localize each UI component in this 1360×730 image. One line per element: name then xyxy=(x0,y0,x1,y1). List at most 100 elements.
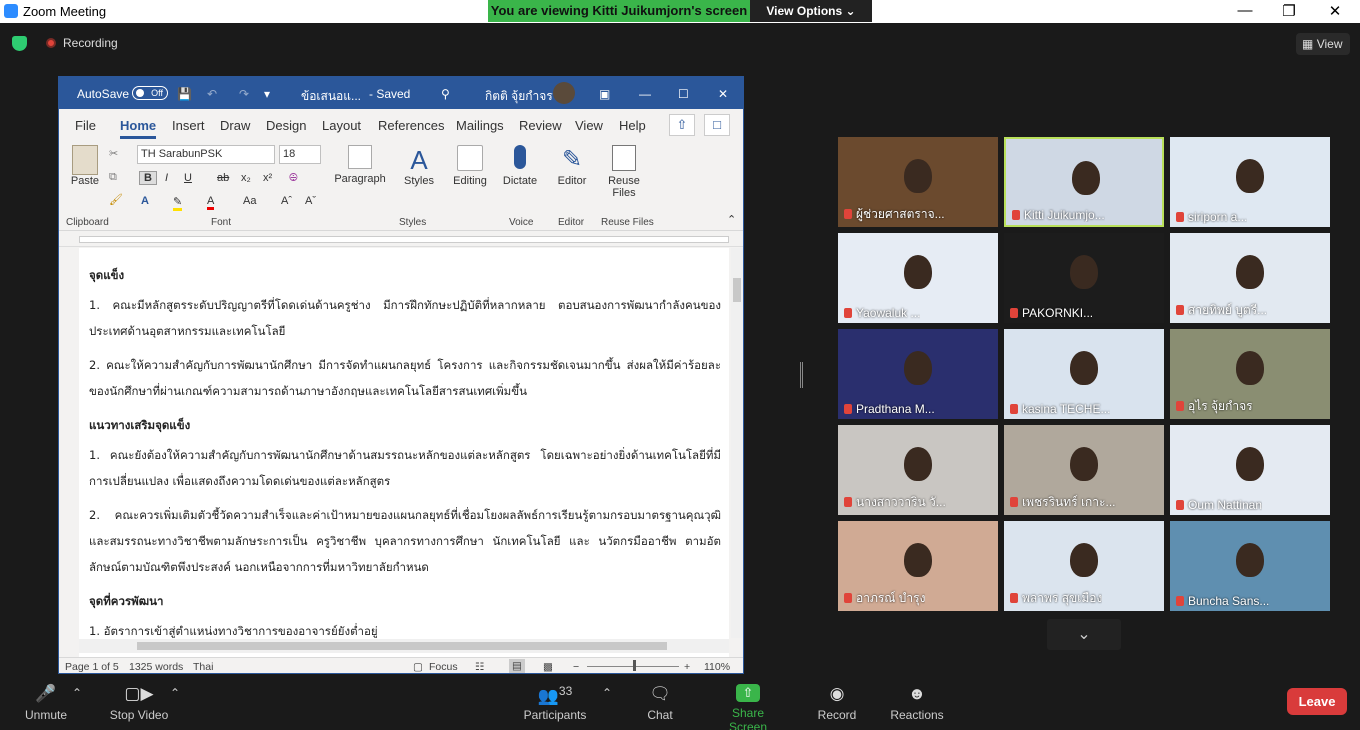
participant-tile[interactable]: สายทิพย์ บูตรี... xyxy=(1170,233,1330,323)
font-size-select[interactable]: 18 xyxy=(279,145,321,164)
vertical-scrollbar[interactable] xyxy=(731,248,743,638)
close-icon[interactable]: ✕ xyxy=(1320,2,1350,20)
document-body[interactable]: จุดแข็ง 1. คณะมีหลักสูตรระดับปริญญาตรีที… xyxy=(89,262,721,652)
document-page[interactable]: จุดแข็ง 1. คณะมีหลักสูตรระดับปริญญาตรีที… xyxy=(79,248,729,658)
zoom-in-icon[interactable]: + xyxy=(684,661,690,673)
tab-layout[interactable]: Layout xyxy=(322,118,361,133)
close-icon[interactable]: ✕ xyxy=(718,87,728,101)
chevron-down-icon[interactable]: ⌄ xyxy=(1047,619,1121,650)
participant-tile[interactable]: พลาพร สุขเมือง xyxy=(1004,521,1164,611)
clear-formatting-icon[interactable]: ⨸ xyxy=(289,172,298,185)
styles-button[interactable]: A Styles xyxy=(395,145,443,187)
search-icon[interactable]: ⚲ xyxy=(441,87,450,101)
superscript-button[interactable]: x² xyxy=(263,172,272,184)
autosave-toggle[interactable]: Off xyxy=(132,86,168,100)
shield-icon[interactable] xyxy=(12,36,27,51)
participant-tile[interactable]: ผู้ช่วยศาสตราจ... xyxy=(838,137,998,227)
panel-divider[interactable] xyxy=(800,362,803,388)
customize-icon[interactable]: ▾ xyxy=(264,87,270,101)
underline-button[interactable]: U xyxy=(184,172,192,184)
audio-options-icon[interactable]: ⌃ xyxy=(72,686,82,700)
change-case-icon[interactable]: Aa xyxy=(243,195,256,207)
tab-references[interactable]: References xyxy=(378,118,444,133)
paste-button[interactable]: Paste xyxy=(69,145,101,187)
tab-home[interactable]: Home xyxy=(120,118,157,139)
subscript-button[interactable]: x₂ xyxy=(241,172,251,184)
font-color-icon[interactable]: A xyxy=(207,195,215,210)
undo-icon[interactable]: ↶ xyxy=(207,87,217,101)
file-name[interactable]: ข้อเสนอแ... xyxy=(301,87,361,106)
minimize-icon[interactable]: — xyxy=(1230,2,1260,19)
participant-tile[interactable]: Buncha Sans... xyxy=(1170,521,1330,611)
leave-button[interactable]: Leave xyxy=(1287,688,1347,715)
save-icon[interactable]: 💾 xyxy=(177,87,192,101)
avatar[interactable] xyxy=(553,82,575,104)
view-options-button[interactable]: View Options ⌄ xyxy=(750,0,872,22)
reactions-button[interactable]: ☻ Reactions xyxy=(889,684,945,722)
tab-mailings[interactable]: Mailings xyxy=(456,118,504,133)
bold-button[interactable]: B xyxy=(139,171,157,185)
highlight-icon[interactable]: ✎ xyxy=(173,195,183,211)
participant-tile[interactable]: siriporn a... xyxy=(1170,137,1330,227)
share-screen-button[interactable]: ⇧ Share Screen xyxy=(712,684,784,730)
italic-button[interactable]: I xyxy=(165,172,168,184)
tab-help[interactable]: Help xyxy=(619,118,646,133)
maximize-icon[interactable]: ☐ xyxy=(678,87,689,101)
participant-tile[interactable]: เพชรรินทร์ เกาะ... xyxy=(1004,425,1164,515)
tab-design[interactable]: Design xyxy=(266,118,306,133)
zoom-level[interactable]: 110% xyxy=(704,661,730,673)
editor-button[interactable]: ✎ Editor xyxy=(551,145,593,187)
chat-button[interactable]: 🗨 Chat xyxy=(644,684,676,722)
print-layout-icon[interactable]: ▤ xyxy=(509,659,525,673)
dictate-button[interactable]: Dictate xyxy=(499,145,541,187)
ribbon-display-icon[interactable]: ▣ xyxy=(599,87,610,101)
text-effects-icon[interactable]: A xyxy=(141,195,149,207)
participants-options-icon[interactable]: ⌃ xyxy=(602,686,612,700)
participant-tile[interactable]: อุไร จุ้ยกำจร xyxy=(1170,329,1330,419)
focus-button[interactable]: Focus xyxy=(429,661,458,673)
participant-tile[interactable]: นางสาววาริน วั... xyxy=(838,425,998,515)
paragraph-button[interactable]: Paragraph xyxy=(331,145,389,185)
cut-icon[interactable]: ✂ xyxy=(109,147,118,160)
share-icon[interactable]: ⇧ xyxy=(669,114,695,136)
unmute-button[interactable]: 🎤 Unmute xyxy=(24,684,68,722)
horizontal-scrollbar[interactable] xyxy=(79,639,729,653)
tab-draw[interactable]: Draw xyxy=(220,118,250,133)
zoom-slider-thumb[interactable] xyxy=(633,660,636,671)
stop-video-button[interactable]: ▢▶ Stop Video xyxy=(108,684,170,722)
tab-file[interactable]: File xyxy=(75,118,96,133)
format-painter-icon[interactable]: 🖌 xyxy=(109,193,123,206)
strikethrough-button[interactable]: ab xyxy=(217,172,229,184)
tab-review[interactable]: Review xyxy=(519,118,562,133)
grow-font-icon[interactable]: Aˆ xyxy=(281,195,292,207)
collapse-ribbon-icon[interactable]: ⌃ xyxy=(727,213,736,226)
language[interactable]: Thai xyxy=(193,661,213,673)
user-name[interactable]: กิตติ จุ้ยกำจร xyxy=(485,87,553,106)
font-name-select[interactable]: TH SarabunPSK xyxy=(137,145,275,164)
ruler[interactable] xyxy=(59,231,743,247)
redo-icon[interactable]: ↷ xyxy=(239,87,249,101)
participants-button[interactable]: 👥33 Participants xyxy=(523,684,587,722)
zoom-out-icon[interactable]: − xyxy=(573,661,579,673)
participant-tile[interactable]: Oum Nattinan xyxy=(1170,425,1330,515)
participant-tile[interactable]: Kitti Juikumjo... xyxy=(1004,137,1164,227)
restore-icon[interactable]: ❐ xyxy=(1274,2,1304,20)
editing-button[interactable]: Editing xyxy=(447,145,493,187)
comments-icon[interactable]: □ xyxy=(704,114,730,136)
focus-icon[interactable]: ▢ xyxy=(413,661,423,673)
participant-tile[interactable]: PAKORNKI... xyxy=(1004,233,1164,323)
copy-icon[interactable]: ⧉ xyxy=(109,171,117,184)
page-count[interactable]: Page 1 of 5 xyxy=(65,661,119,673)
video-options-icon[interactable]: ⌃ xyxy=(170,686,180,700)
participant-tile[interactable]: อาภรณ์ บำรุง xyxy=(838,521,998,611)
tab-insert[interactable]: Insert xyxy=(172,118,205,133)
participant-tile[interactable]: Yaowaluk ... xyxy=(838,233,998,323)
word-count[interactable]: 1325 words xyxy=(129,661,183,673)
tab-view[interactable]: View xyxy=(575,118,603,133)
record-button[interactable]: ◉ Record xyxy=(817,684,857,722)
reuse-files-button[interactable]: Reuse Files xyxy=(601,145,647,199)
web-layout-icon[interactable]: ▩ xyxy=(543,661,553,673)
view-button[interactable]: ▦ View xyxy=(1296,33,1350,55)
read-mode-icon[interactable]: ☷ xyxy=(475,661,484,673)
participant-tile[interactable]: kasina TECHE... xyxy=(1004,329,1164,419)
